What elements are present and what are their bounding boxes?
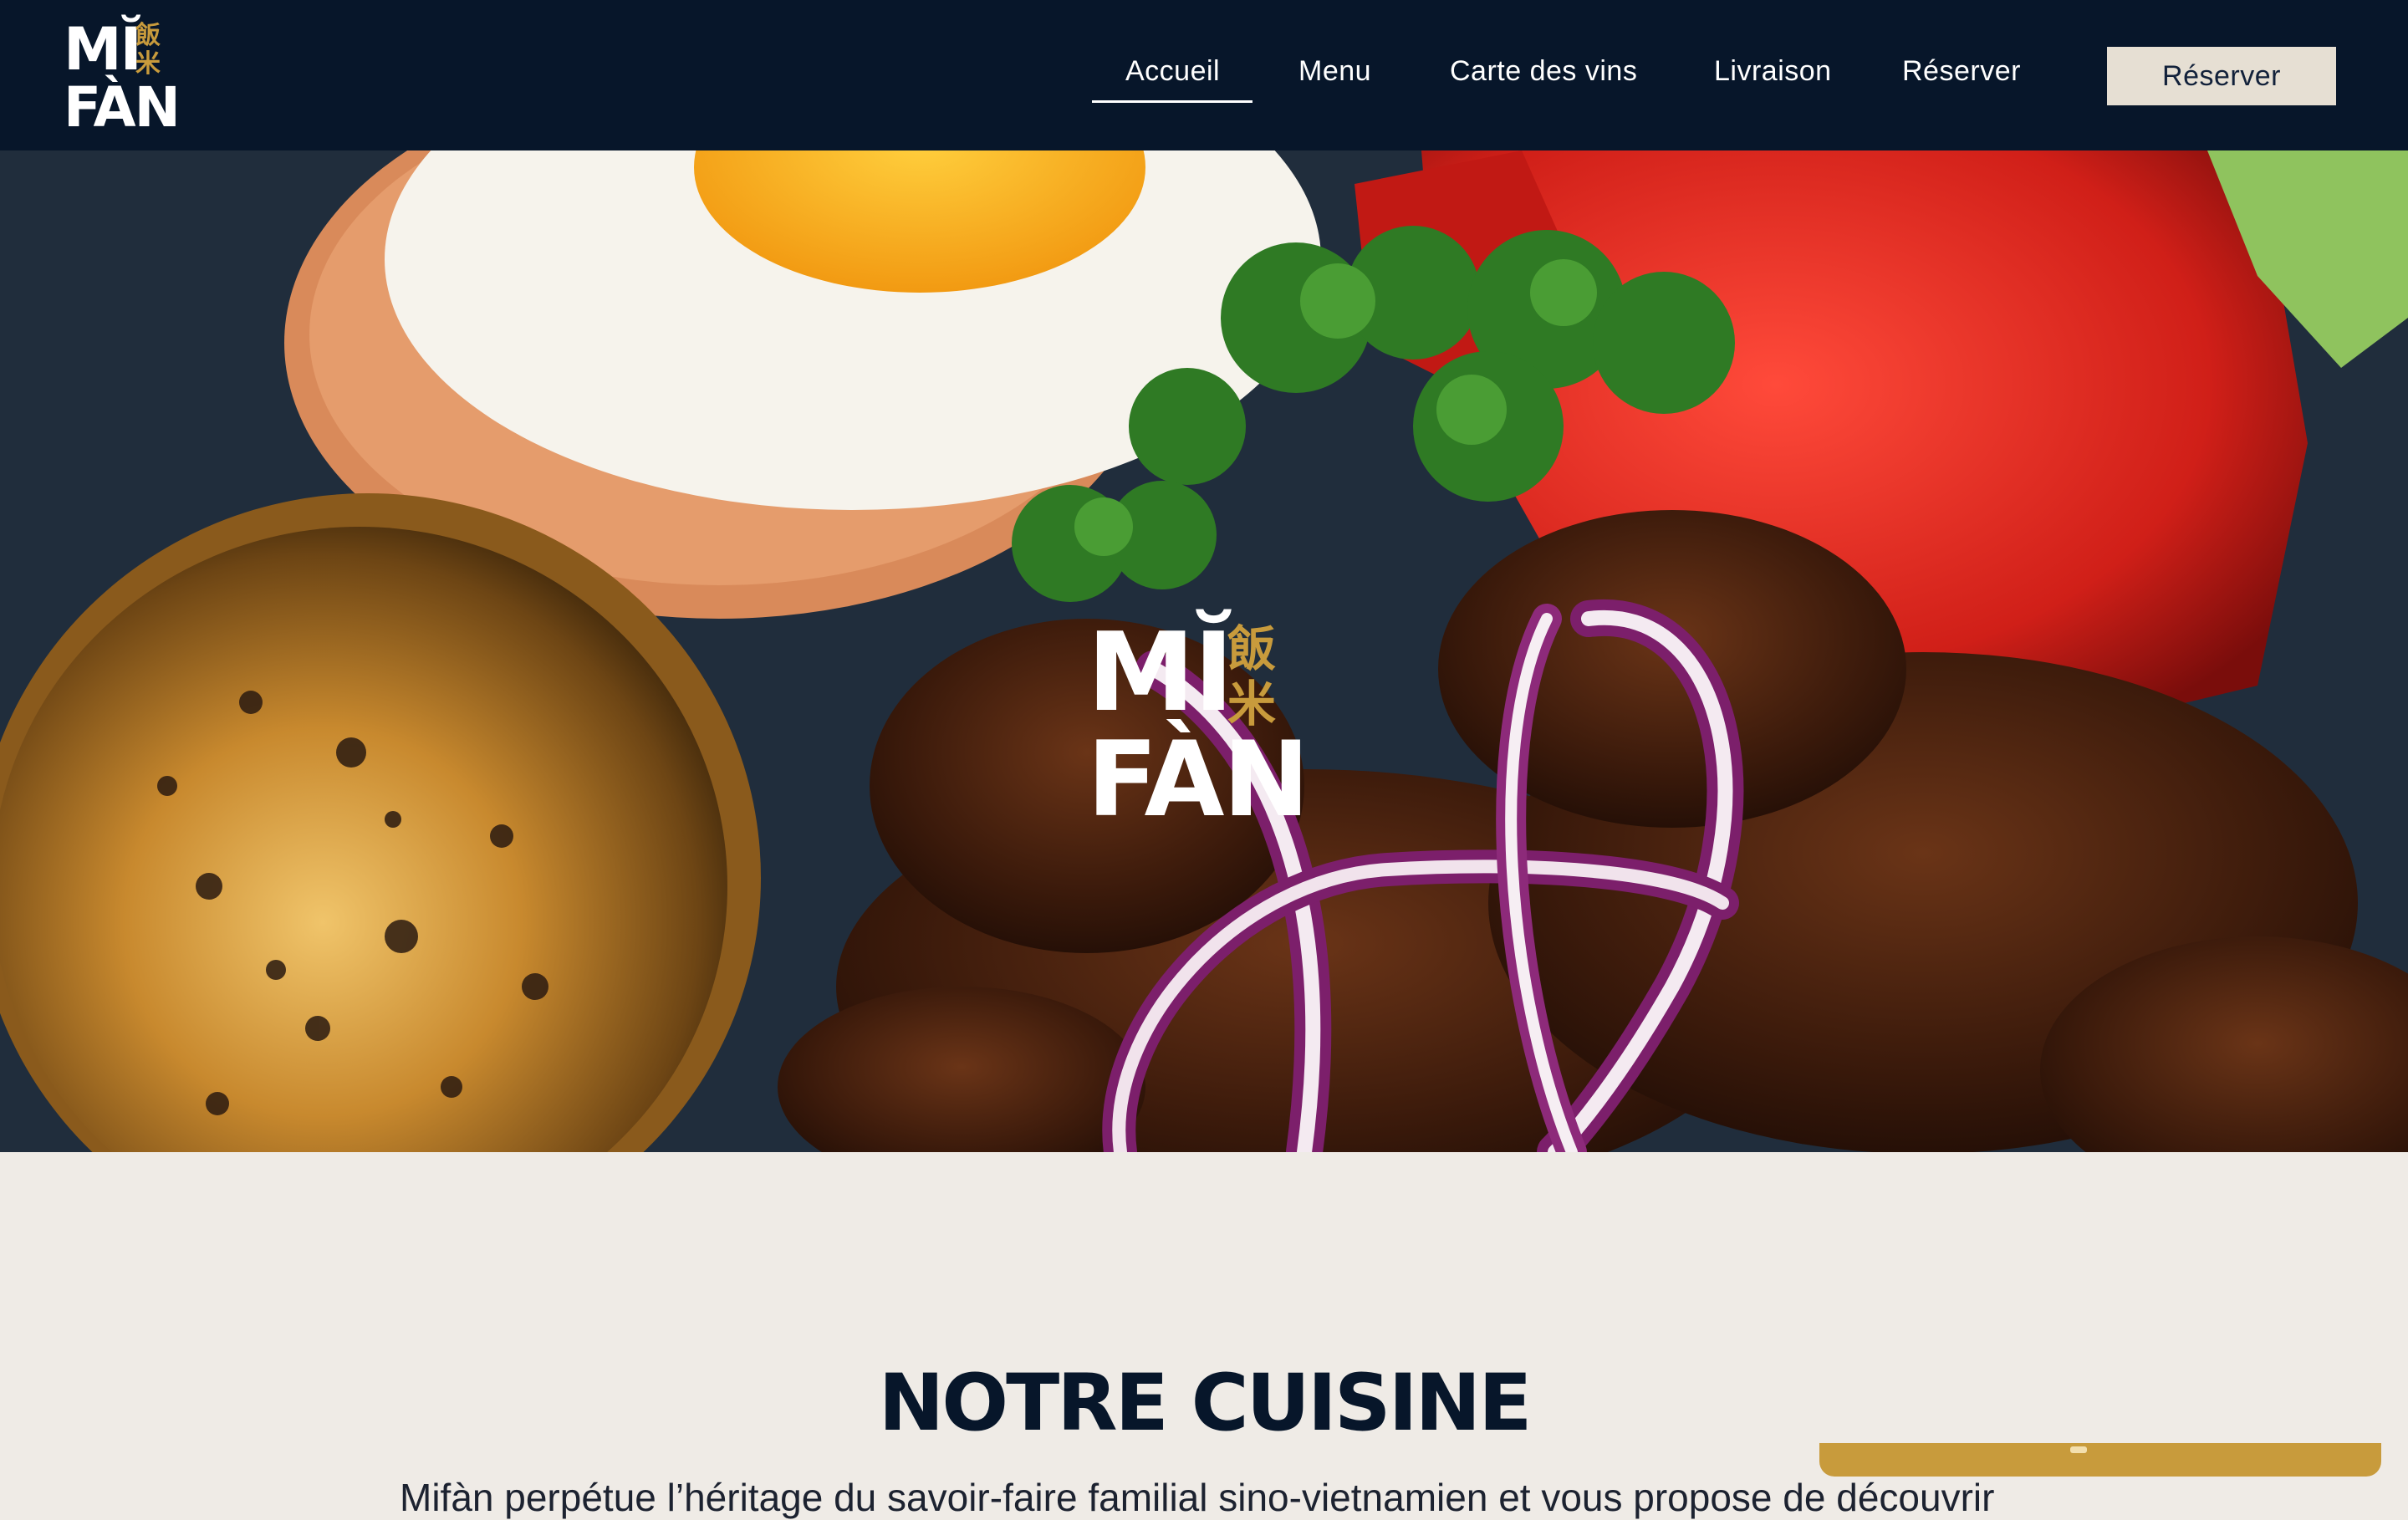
- logo-line-1: MĬ: [64, 15, 142, 84]
- widget-handle: [2070, 1446, 2087, 1453]
- hero-logo-line-1: MĬ: [1087, 609, 1234, 736]
- nav-item-menu[interactable]: Menu: [1298, 55, 1371, 88]
- nav-item-accueil[interactable]: Accueil: [1125, 55, 1220, 88]
- nav-item-carte-des-vins[interactable]: Carte des vins: [1450, 55, 1637, 88]
- floating-widget-tab[interactable]: [1819, 1443, 2381, 1477]
- hero-logo: MĬ 飯 米 FÀN: [1087, 615, 1321, 832]
- nav-active-underline: [1092, 100, 1252, 103]
- logo-line-2: FÀN: [64, 75, 181, 140]
- site-header: MĬ 飯 米 FÀN Accueil Menu Carte des vins L…: [0, 0, 2408, 150]
- nav-item-livraison[interactable]: Livraison: [1714, 55, 1832, 88]
- brand-logo[interactable]: MĬ 飯 米 FÀN: [64, 17, 189, 135]
- nav-item-reserver[interactable]: Réserver: [1902, 55, 2021, 88]
- section-intro-text: Mifàn perpétue l’héritage du savoir-fair…: [400, 1476, 1995, 1519]
- hero-logo-line-2: FÀN: [1087, 720, 1309, 840]
- hero-logo-cjk-top: 飯: [1227, 620, 1277, 677]
- logo-cjk-top: 飯: [135, 21, 161, 50]
- section-title: NOTRE CUISINE: [878, 1358, 1533, 1449]
- hero-banner: MĬ 飯 米 FÀN: [0, 150, 2408, 1152]
- reserve-button[interactable]: Réserver: [2107, 47, 2336, 105]
- logo-cjk-bottom: 米: [135, 49, 161, 79]
